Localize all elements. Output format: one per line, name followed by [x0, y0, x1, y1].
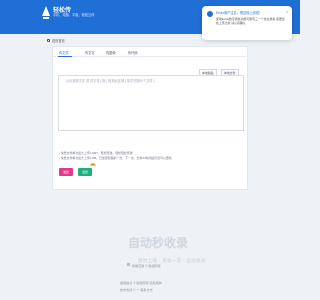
tab-bar: 传文件 传文字 传图像 传代码: [53, 47, 249, 57]
tab-image[interactable]: 传图像: [106, 50, 116, 55]
watermark-title: 自动秒收录: [128, 236, 189, 250]
logo-icon: [42, 6, 50, 19]
footer-line-1: 复制互联 © 版权所有: [132, 264, 161, 268]
active-tab-indicator: [58, 56, 72, 57]
upload-dropzone[interactable]: 点击选择文件 或 将文件 [ 拖 ] 放到此区域 [ 单次可拖50个文件 ]: [58, 75, 244, 131]
notification-toast[interactable]: Ercilo用户注意，很遗憾上线啦！ 使用Ercilo数字通信功能可能有三一个信…: [202, 6, 292, 40]
vip-badge: VIP: [90, 164, 96, 166]
dropzone-placeholder: 点击选择文件 或 将文件 [ 拖 ] 放到此区域 [ 单次可拖50个文件 ]: [66, 79, 155, 83]
footer-icon: [127, 263, 130, 266]
tab-text[interactable]: 传文字: [85, 50, 95, 55]
transfer-card: 传文件 传文字 传图像 传代码 本地粘贴 本地文件 点击选择文件 或 将文件 […: [52, 46, 249, 190]
toast-body: 使用Ercilo数字通信功能可能有三一个信息或将 需要您 在上传之前 请认真确认: [216, 17, 285, 25]
footer-line-3: 技术支持 © 一 联系方式: [120, 288, 153, 292]
home-icon: [47, 39, 50, 42]
tab-code[interactable]: 传代码: [128, 50, 138, 55]
vip-send-button[interactable]: 发送: [78, 168, 92, 176]
tab-files[interactable]: 传文件: [59, 50, 69, 55]
breadcrumb[interactable]: 首页首页: [52, 38, 65, 43]
brand-tagline: 手机、电脑、平板，轻松互传: [53, 13, 95, 17]
hint-line-1: • 免费文件单次最大上传1.5MT，轻松传送，轻松轻松传送: [59, 151, 133, 155]
footer-line-2: 备案信息 © 版权所有 隐私保护: [120, 281, 162, 285]
info-icon: [207, 11, 213, 17]
close-icon[interactable]: ×: [286, 9, 288, 14]
hint-line-2: • 免费文件单次最大上传1.5M，已加密和保护一次，下一次，文件24时间后仍旧可…: [59, 156, 172, 160]
toast-title: Ercilo用户注意，很遗憾上线啦！: [216, 11, 263, 15]
send-button[interactable]: 发送: [59, 168, 73, 176]
